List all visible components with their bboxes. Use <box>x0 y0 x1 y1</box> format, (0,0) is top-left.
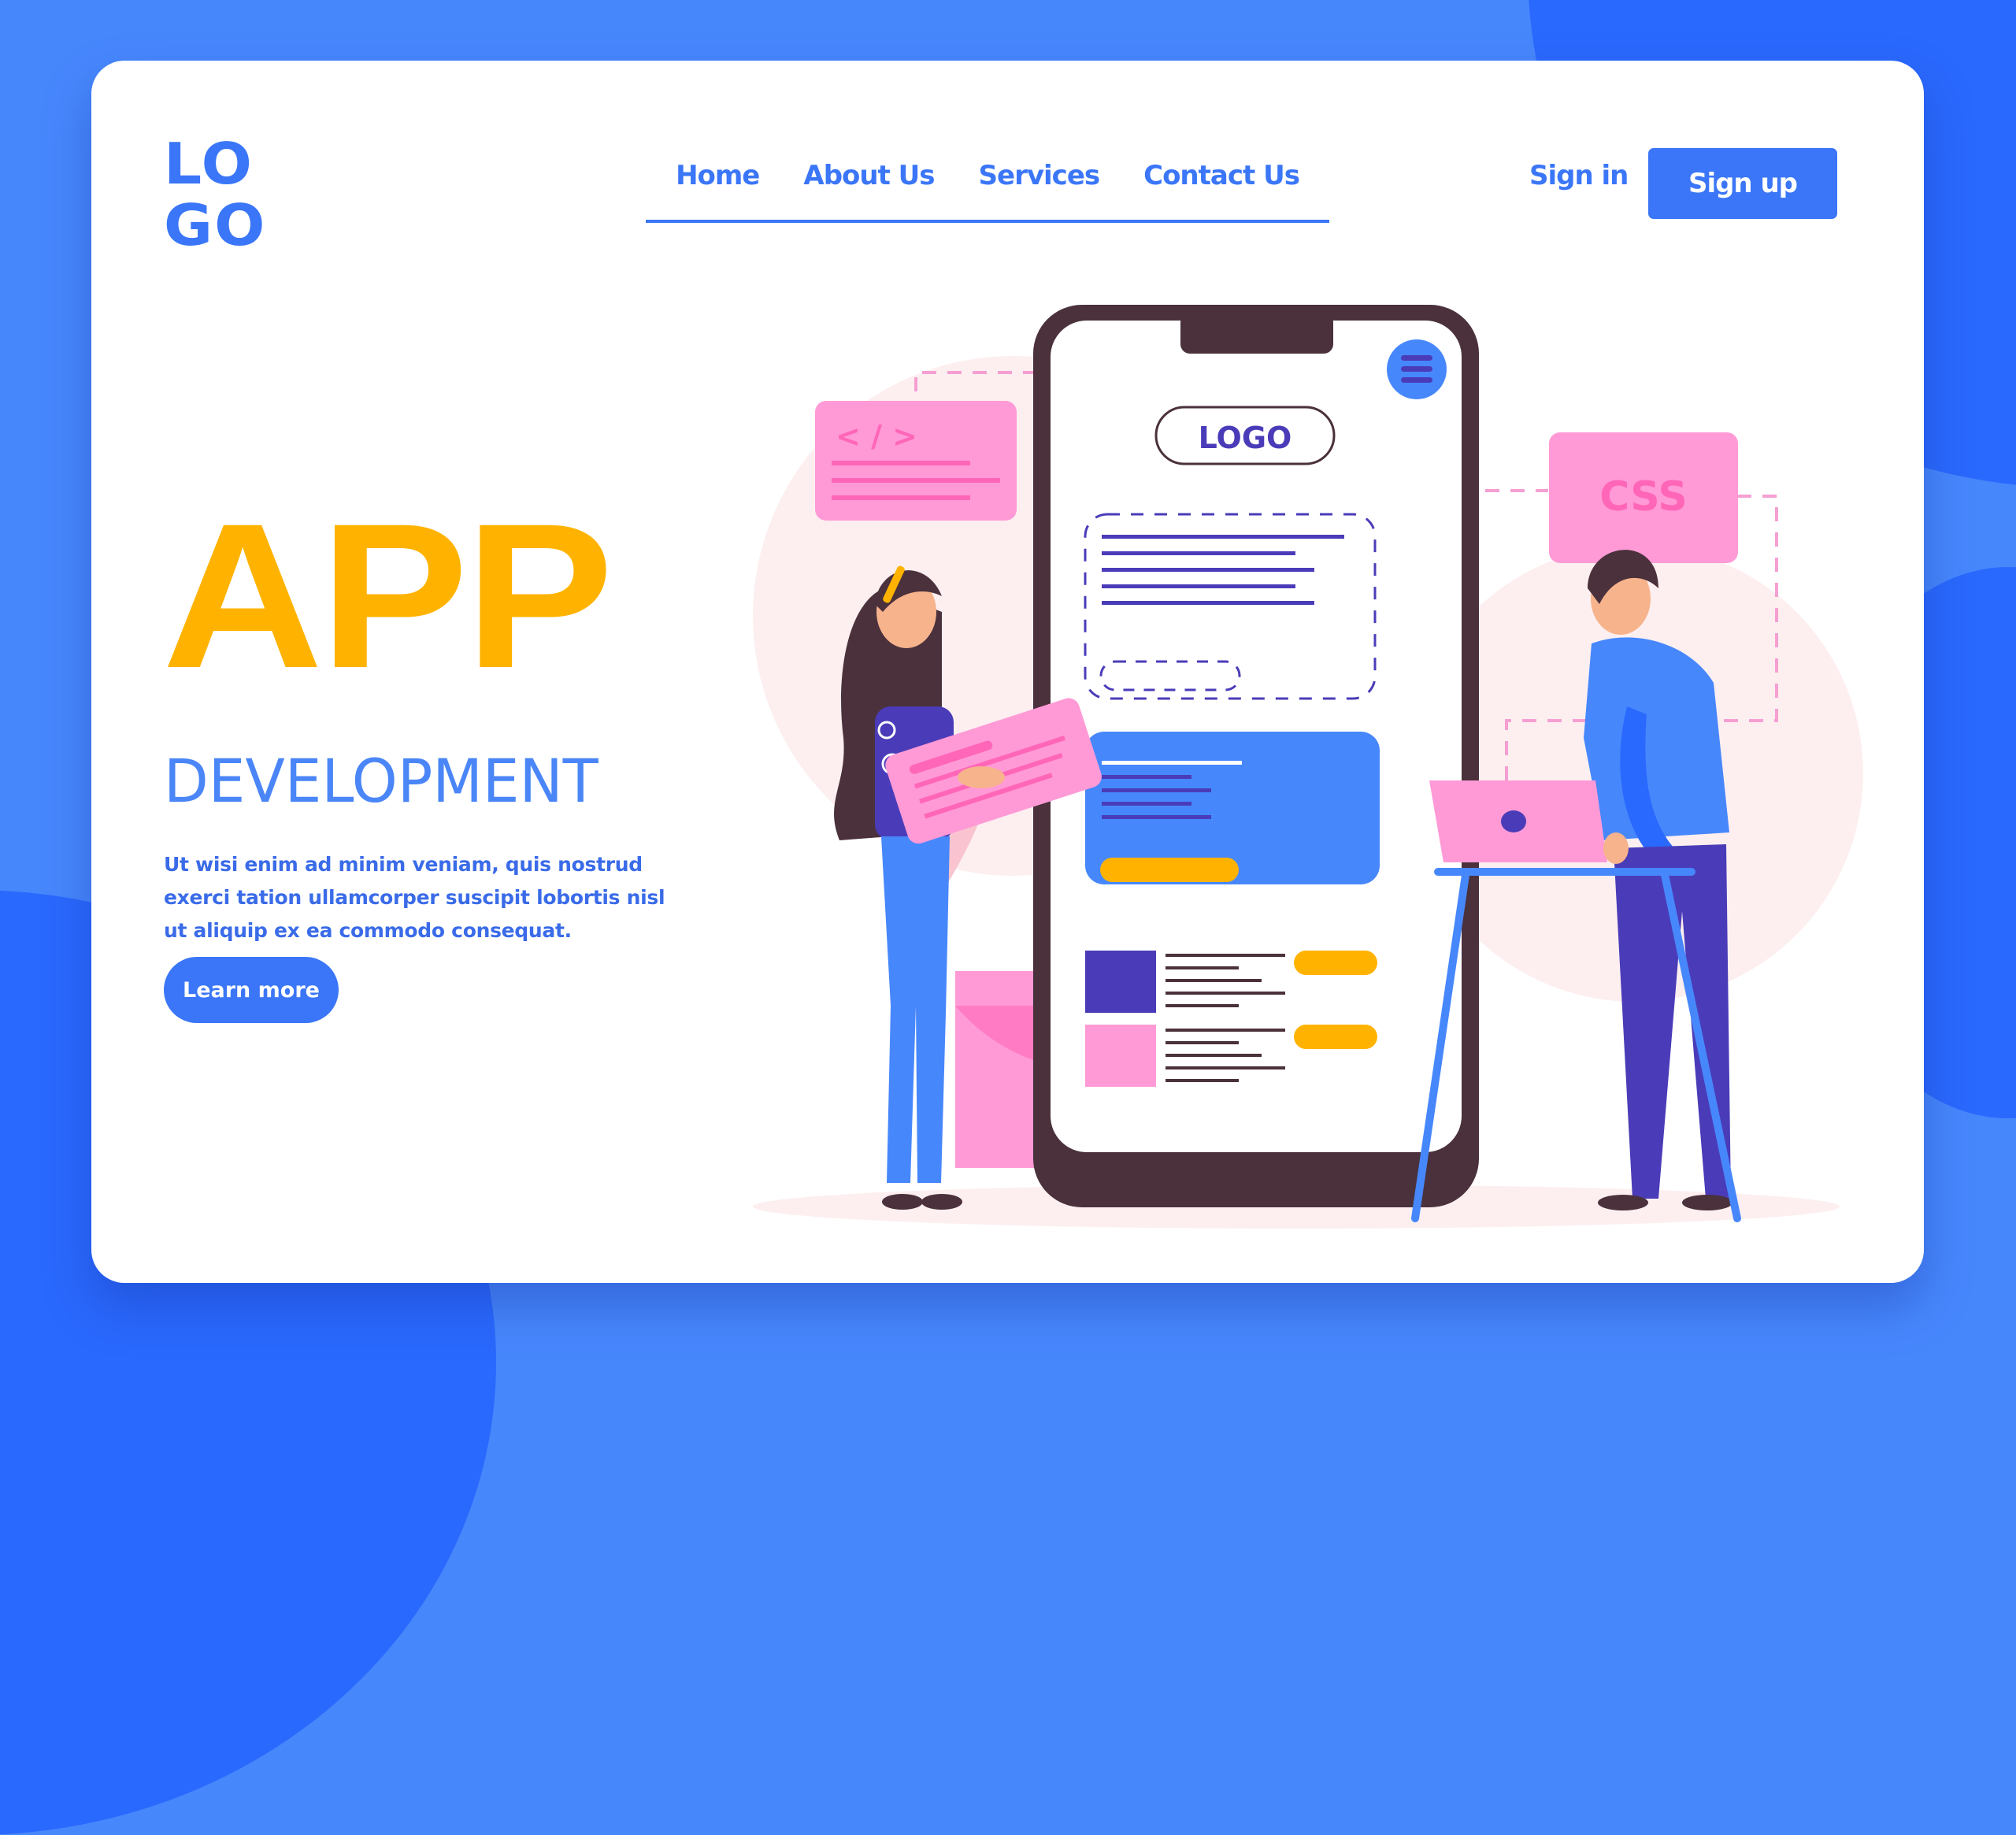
app-development-illustration: < / > LOGO CSS <box>753 305 1863 1229</box>
phone-mockup: LOGO <box>1033 305 1479 1207</box>
phone-logo-text: LOGO <box>1199 421 1292 455</box>
phone-card-button <box>1100 858 1239 882</box>
css-card: CSS <box>1549 432 1738 563</box>
phone-list-thumb <box>1085 1025 1156 1087</box>
hamburger-menu-icon <box>1387 339 1447 399</box>
phone-list-thumb <box>1085 951 1156 1013</box>
phone-notch <box>1180 313 1333 354</box>
man-hand <box>1603 832 1629 864</box>
css-label: CSS <box>1599 473 1688 521</box>
phone-list-button <box>1294 951 1377 975</box>
plant-pot <box>955 971 1036 1168</box>
code-card: < / > <box>815 401 1017 521</box>
landing-card: LO GO Home About Us Services Contact Us … <box>91 61 1924 1283</box>
laptop <box>1429 780 1607 862</box>
phone-list-button <box>1294 1025 1377 1049</box>
code-glyph: < / > <box>836 419 917 454</box>
